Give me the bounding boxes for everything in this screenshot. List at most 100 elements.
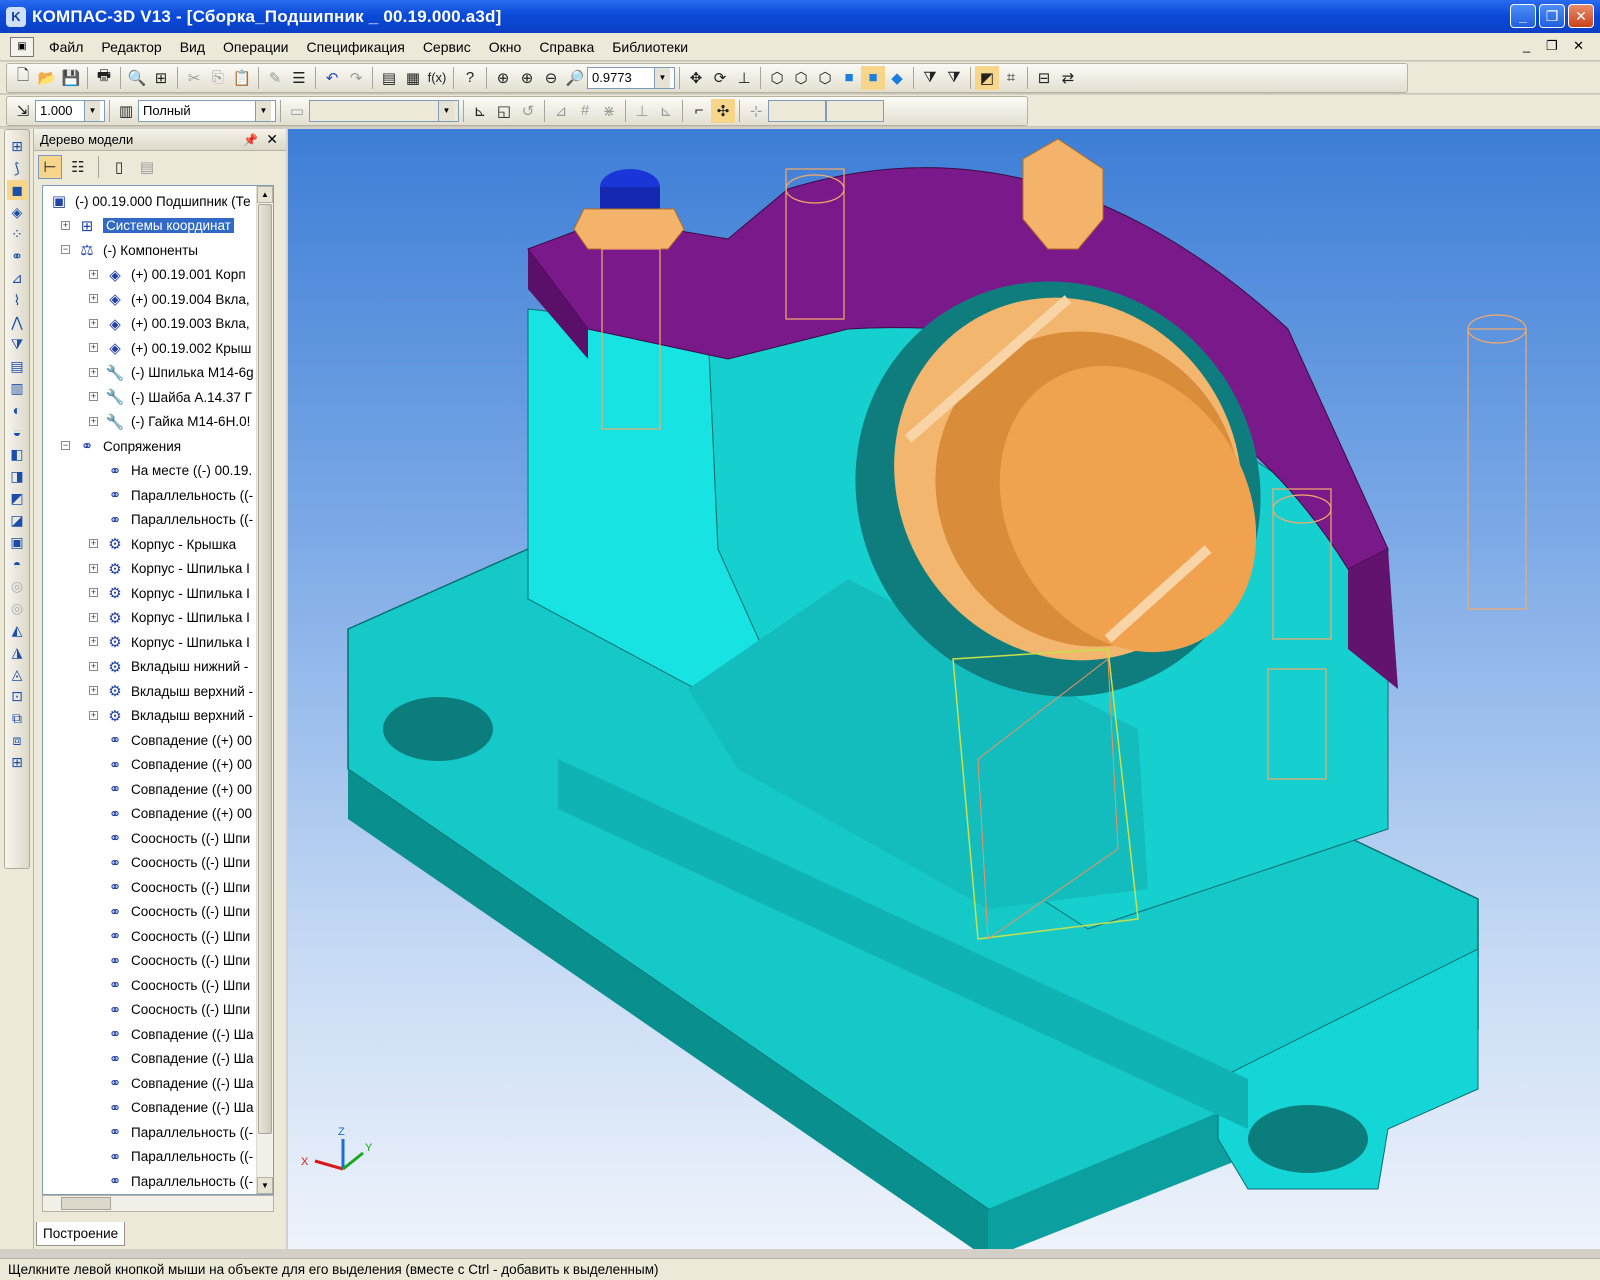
model-tree[interactable]: ▲ ▼ ▣ (-) 00.19.000 Подшипник (Те + ⊞ Систем… xyxy=(42,185,274,1195)
coords-icon[interactable]: ⊹ xyxy=(744,99,768,123)
tree-node[interactable]: ⚙ Корпус - Шпилька I xyxy=(105,582,250,604)
scroll-thumb[interactable] xyxy=(258,204,272,1134)
tree-list-icon[interactable]: ▤ xyxy=(135,155,159,179)
halftone-icon[interactable]: ■ xyxy=(837,66,861,90)
tree-node[interactable]: ⚙ Корпус - Шпилька I xyxy=(105,558,250,580)
extrude-icon[interactable]: ◭ xyxy=(7,620,27,640)
tree-properties-icon[interactable]: ▯ xyxy=(107,155,131,179)
orient-icon[interactable]: ↺ xyxy=(516,99,540,123)
zoom-in-icon[interactable]: ⊕ xyxy=(515,66,539,90)
cube-d-icon[interactable]: ◪ xyxy=(7,510,27,530)
tree-node[interactable]: ⚭ Соосность ((-) Шпи xyxy=(105,876,250,898)
cut-icon[interactable]: ✂ xyxy=(182,66,206,90)
list-icon[interactable]: ☰ xyxy=(287,66,311,90)
tree-node[interactable]: ⚭ Параллельность ((- xyxy=(105,509,253,531)
hscroll-thumb[interactable] xyxy=(61,1197,111,1210)
diagnostics-icon[interactable]: ⋀ xyxy=(7,312,27,332)
expand-icon[interactable]: + xyxy=(89,563,98,573)
orientation-icon[interactable]: ⊥ xyxy=(732,66,756,90)
undo-icon[interactable]: ↶ xyxy=(320,66,344,90)
tree-node[interactable]: ⚭ Соосность ((-) Шпи xyxy=(105,901,250,923)
3d-viewport[interactable]: X Z Y xyxy=(288,129,1600,1249)
zoom-window-icon[interactable]: ⊕ xyxy=(491,66,515,90)
collapse-icon[interactable]: − xyxy=(61,245,70,254)
expand-icon[interactable]: + xyxy=(89,661,98,671)
elements-icon[interactable]: ◐ xyxy=(7,400,27,420)
expand-icon[interactable]: + xyxy=(89,588,98,597)
mode-select[interactable]: Полный ▼ xyxy=(138,99,276,122)
copy-icon[interactable]: ⎘ xyxy=(206,66,230,90)
tree-node[interactable]: ⚭ Совпадение ((+) 00 xyxy=(105,778,252,800)
specification-icon[interactable]: ▤ xyxy=(7,356,27,376)
tree-vertical-scrollbar[interactable]: ▲ ▼ xyxy=(256,186,273,1194)
pin-icon[interactable]: 📌 xyxy=(243,133,258,147)
expand-icon[interactable]: + xyxy=(89,416,98,426)
tab-construction[interactable]: Построение xyxy=(36,1222,126,1246)
kompas-app-icon[interactable]: K xyxy=(6,6,26,27)
scroll-down-icon[interactable]: ▼ xyxy=(257,1177,273,1194)
help-pointer-icon[interactable]: ? xyxy=(458,66,482,90)
step-dropdown-icon[interactable]: ▼ xyxy=(84,100,100,121)
bearing-assembly-model[interactable]: X Z Y xyxy=(288,129,1600,1249)
tree-structure-icon[interactable]: ⊢ xyxy=(38,155,62,179)
menu-operations[interactable]: Операции xyxy=(214,39,298,55)
tree-node[interactable]: ⚭ Параллельность ((- xyxy=(105,1146,253,1168)
style-select[interactable]: ▼ xyxy=(309,99,459,122)
zoom-field[interactable]: 0.9773 ▼ xyxy=(587,66,675,89)
variables-icon[interactable]: ▦ xyxy=(401,66,425,90)
tree-node[interactable]: ⚙ Вкладыш верхний - xyxy=(105,705,253,727)
hidden-lines-icon[interactable]: ⬡ xyxy=(789,66,813,90)
tree-node[interactable]: ▣ (-) 00.19.000 Подшипник (Те xyxy=(49,190,251,212)
tree-node[interactable]: ⚭ Соосность ((-) Шпи xyxy=(105,925,250,947)
measure-tool-icon[interactable]: ⊿ xyxy=(7,268,27,288)
shell-icon[interactable]: ◓ xyxy=(7,554,27,574)
tree-node[interactable]: ⚭ Совпадение ((-) Ша xyxy=(105,1023,254,1045)
tree-node[interactable]: ◈ (+) 00.19.002 Крыш xyxy=(105,337,251,359)
arrays-icon[interactable]: ◈ xyxy=(7,202,27,222)
tree-node[interactable]: ⚖ (-) Компоненты xyxy=(77,239,198,261)
tree-node[interactable]: ◈ (+) 00.19.003 Вкла, xyxy=(105,313,249,335)
print-icon[interactable]: 🖶 xyxy=(92,66,116,90)
copy-body-icon[interactable]: ⧈ xyxy=(7,730,27,750)
tree-node[interactable]: ⚭ На месте ((-) 00.19. xyxy=(105,460,252,482)
tree-node[interactable]: ⚙ Корпус - Шпилька I xyxy=(105,607,250,629)
close-panel-icon[interactable]: ✕ xyxy=(266,131,278,148)
document-icon[interactable]: ▣ xyxy=(10,36,34,57)
tree-node[interactable]: ⚭ Параллельность ((- xyxy=(105,484,253,506)
minimize-button[interactable]: _ xyxy=(1510,4,1536,28)
tree-node[interactable]: ⚭ Соосность ((-) Шпи xyxy=(105,974,250,996)
array-icon[interactable]: ⊡ xyxy=(7,686,27,706)
tree-node[interactable]: 🔧 (-) Гайка М14-6Н.0! xyxy=(105,411,251,433)
halftone-edges-icon[interactable]: ■ xyxy=(861,65,885,90)
maximize-button[interactable]: ❐ xyxy=(1539,4,1565,28)
tree-node[interactable]: ⚭ Соосность ((-) Шпи xyxy=(105,950,250,972)
grid-icon[interactable]: # xyxy=(573,99,597,123)
save-icon[interactable]: 💾 xyxy=(59,66,83,90)
preview-icon[interactable]: 🔍 xyxy=(125,66,149,90)
cut-extrude-icon[interactable]: ◮ xyxy=(7,642,27,662)
expand-icon[interactable]: + xyxy=(89,710,98,720)
properties-brush-icon[interactable]: ✎ xyxy=(263,66,287,90)
fx-icon[interactable]: f(x) xyxy=(425,66,449,90)
filters-icon[interactable]: ⧩ xyxy=(7,334,27,354)
align-icon[interactable]: ⊿ xyxy=(549,99,573,123)
perspective-icon[interactable]: ◆ xyxy=(885,66,909,90)
coord-x-field[interactable] xyxy=(768,99,826,122)
thin-lines-icon[interactable]: ⬡ xyxy=(813,66,837,90)
step-icon[interactable]: ⇲ xyxy=(11,99,35,123)
local-cs-icon[interactable]: ⊾ xyxy=(468,99,492,123)
corner-icon[interactable]: ⌐ xyxy=(687,99,711,123)
expand-icon[interactable]: + xyxy=(89,269,98,279)
tree-node[interactable]: ⚭ Параллельность ((- xyxy=(105,1121,253,1143)
tree-node[interactable]: ⊞ Системы координат xyxy=(77,215,234,237)
zoom-scale-icon[interactable]: 🔎 xyxy=(563,66,587,90)
refresh-icon[interactable]: ⇄ xyxy=(1056,66,1080,90)
wireframe-icon[interactable]: ⬡ xyxy=(765,66,789,90)
pan-icon[interactable]: ✥ xyxy=(684,66,708,90)
tree-node[interactable]: ⚭ Соосность ((-) Шпи xyxy=(105,827,250,849)
expand-icon[interactable]: + xyxy=(89,367,98,377)
layers-icon[interactable]: ▥ xyxy=(114,99,138,123)
expand-icon[interactable]: + xyxy=(89,539,98,548)
tree-node[interactable]: ⚭ Соосность ((-) Шпи xyxy=(105,852,250,874)
document-window-controls[interactable]: _ ❐ ✕ xyxy=(1523,38,1590,54)
